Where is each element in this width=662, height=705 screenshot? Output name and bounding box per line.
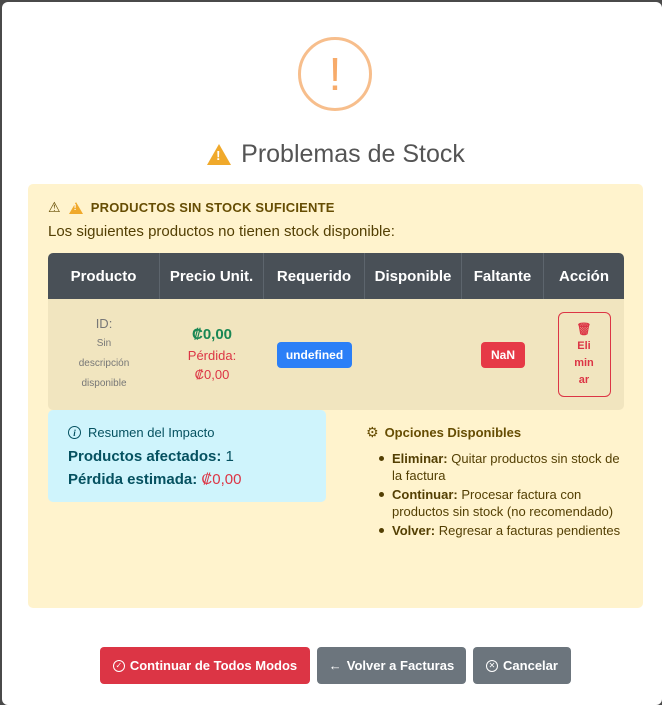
back-button-label: Volver a Facturas <box>346 658 455 673</box>
cancel-button-label: Cancelar <box>503 658 558 673</box>
header-required: Requerido <box>264 253 365 299</box>
cancel-button[interactable]: ✕ Cancelar <box>473 647 571 684</box>
options-heading: ⚙ Opciones Disponibles <box>366 424 626 441</box>
stock-problems-modal: ! Problemas de Stock ⚠ PRODUCTOS SIN STO… <box>2 2 662 705</box>
price-cell: ₡0,00 Pérdida: ₡0,00 <box>160 299 264 410</box>
required-cell: undefined <box>264 299 365 410</box>
impact-heading-text: Resumen del Impacto <box>88 425 215 440</box>
products-table: Producto Precio Unit. Requerido Disponib… <box>48 253 624 410</box>
arrow-left-icon: ← <box>328 658 342 673</box>
missing-badge: NaN <box>480 341 525 368</box>
modal-title: Problemas de Stock <box>2 140 662 169</box>
alert-triangle-icon: ⚠ <box>48 199 61 215</box>
table-row: ID: Sin descripción disponible ₡0,00 Pér… <box>48 299 624 410</box>
unit-price: ₡0,00 <box>191 325 233 343</box>
estimated-loss-value: ₡0,00 <box>201 471 242 488</box>
x-circle-icon: ✕ <box>486 659 499 672</box>
list-item: Volver: Regresar a facturas pendientes <box>376 522 626 539</box>
header-action: Acción <box>558 267 609 285</box>
estimated-loss: Pérdida estimada: ₡0,00 <box>68 471 241 488</box>
warning-icon <box>68 201 83 214</box>
list-item: Eliminar: Quitar productos sin stock de … <box>376 450 626 484</box>
available-cell <box>365 299 462 410</box>
options-heading-text: Opciones Disponibles <box>384 425 522 440</box>
header-available: Disponible <box>365 253 462 299</box>
modal-title-text: Problemas de Stock <box>241 140 465 168</box>
header-unit-price: Precio Unit. <box>160 253 264 299</box>
option-text: Regresar a facturas pendientes <box>438 523 621 538</box>
gear-icon: ⚙ <box>366 424 379 440</box>
stock-warning-panel: ⚠ PRODUCTOS SIN STOCK SUFICIENTE Los sig… <box>28 184 643 608</box>
missing-cell: NaN <box>462 299 544 410</box>
estimated-loss-label: Pérdida estimada: <box>68 471 198 488</box>
table-header: Producto Precio Unit. Requerido Disponib… <box>48 253 624 299</box>
info-icon: i <box>68 426 81 439</box>
product-description: Sin descripción disponible <box>78 337 130 389</box>
list-item: Continuar: Procesar factura con producto… <box>376 486 626 520</box>
affected-label: Productos afectados: <box>68 448 222 465</box>
action-cell: 🗑 Eliminar <box>544 299 624 410</box>
option-label: Volver: <box>392 523 436 538</box>
header-product: Producto <box>48 253 160 299</box>
product-id: ID: <box>95 315 113 331</box>
affected-value: 1 <box>225 448 234 465</box>
delete-product-button[interactable]: 🗑 Eliminar <box>557 312 611 397</box>
available-options: ⚙ Opciones Disponibles Eliminar: Quitar … <box>366 424 626 541</box>
panel-subtitle: Los siguientes productos no tienen stock… <box>48 223 395 240</box>
loss-value: ₡0,00 <box>194 366 230 382</box>
loss-label: Pérdida: <box>187 347 237 363</box>
impact-summary: i Resumen del Impacto Productos afectado… <box>48 410 326 502</box>
affected-products: Productos afectados: 1 <box>68 448 234 465</box>
option-label: Continuar: <box>392 487 458 502</box>
option-label: Eliminar: <box>392 451 448 466</box>
product-cell: ID: Sin descripción disponible <box>48 299 160 410</box>
delete-button-label: Eliminar <box>574 339 594 386</box>
trash-icon: 🗑 <box>576 321 592 336</box>
panel-heading: ⚠ PRODUCTOS SIN STOCK SUFICIENTE <box>48 199 335 216</box>
panel-heading-text: PRODUCTOS SIN STOCK SUFICIENTE <box>90 200 335 215</box>
warning-icon <box>207 144 232 165</box>
exclamation-circle-icon: ! <box>298 37 372 111</box>
required-badge: undefined <box>276 341 353 368</box>
options-list: Eliminar: Quitar productos sin stock de … <box>366 450 626 539</box>
check-circle-icon: ✓ <box>112 659 125 672</box>
header-missing: Faltante <box>462 253 544 299</box>
back-to-invoices-button[interactable]: ← Volver a Facturas <box>317 647 466 684</box>
continue-button-label: Continuar de Todos Modos <box>129 658 298 673</box>
continue-anyway-button[interactable]: ✓ Continuar de Todos Modos <box>100 647 310 684</box>
impact-heading: i Resumen del Impacto <box>68 425 214 440</box>
